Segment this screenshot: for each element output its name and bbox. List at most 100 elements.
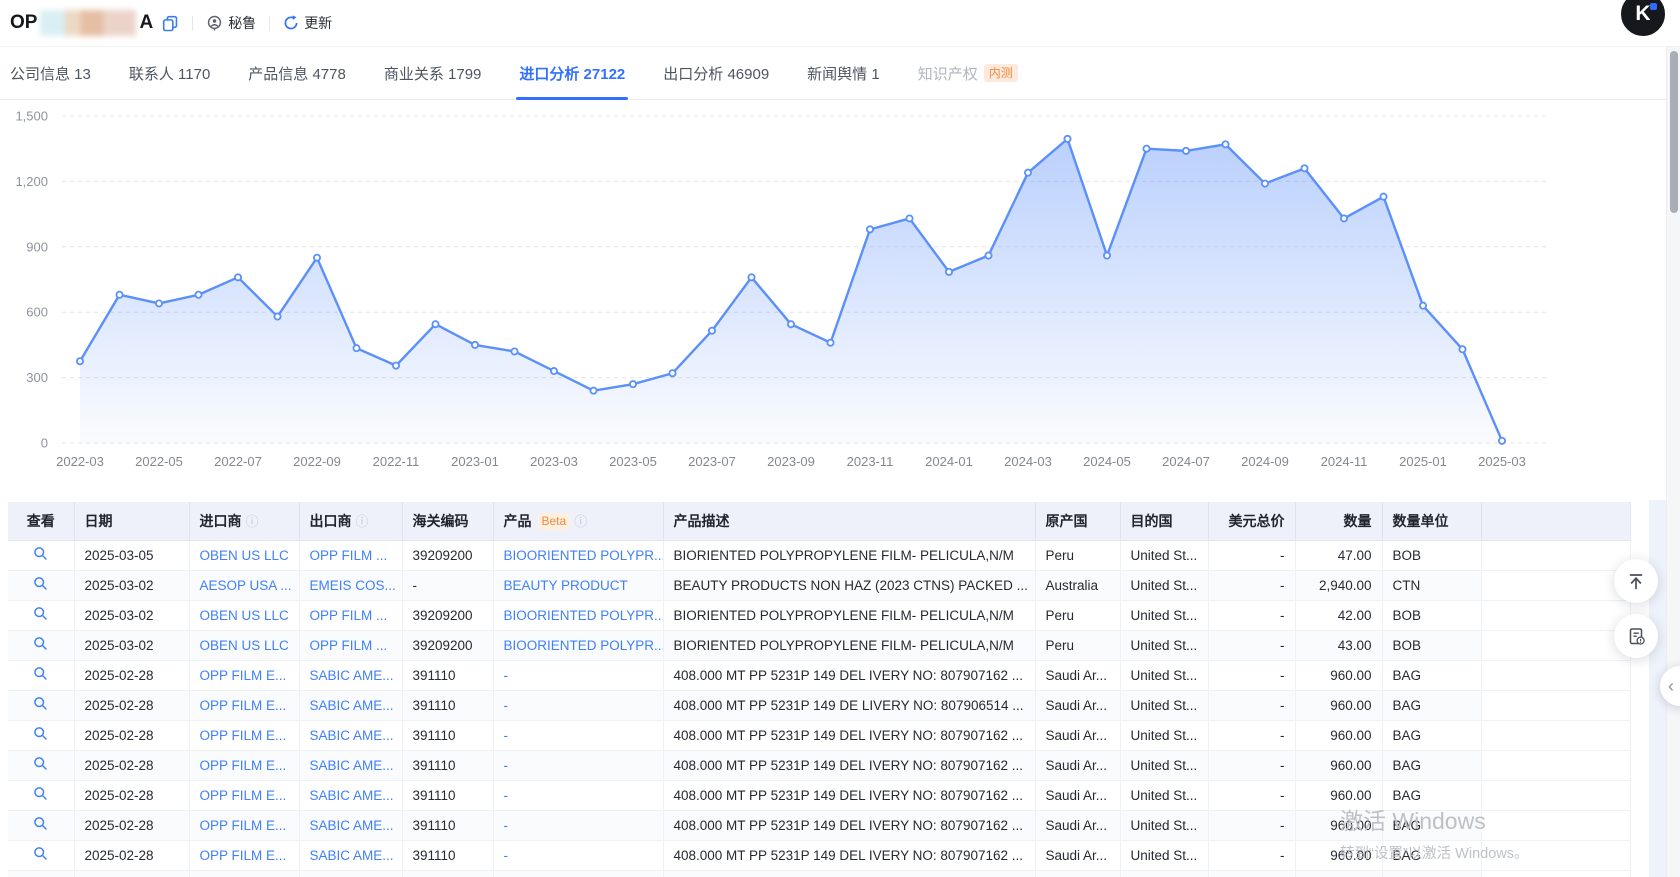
col-header-label: 查看 <box>27 513 55 529</box>
view-detail-button[interactable] <box>8 840 74 870</box>
cell-进口商[interactable]: OPP FILM E... <box>189 750 299 780</box>
cell-产品描述: 408.000 MT PP 5231P 149 DE LIVERY NO: 80… <box>663 690 1035 720</box>
company-name-suffix: A <box>139 12 153 34</box>
cell-美元总价: - <box>1208 570 1295 600</box>
cell-产品[interactable]: - <box>493 870 663 877</box>
update-button[interactable]: 更新 <box>283 13 332 33</box>
view-detail-button[interactable] <box>8 630 74 660</box>
view-detail-button[interactable] <box>8 540 74 570</box>
view-detail-button[interactable] <box>8 750 74 780</box>
cell-海关编码: 39209200 <box>402 600 493 630</box>
cell-进口商[interactable]: OPP FILM E... <box>189 690 299 720</box>
cell-出口商[interactable]: SABIC AME... <box>299 660 402 690</box>
cell-数量: 47.00 <box>1295 540 1382 570</box>
report-button[interactable] <box>1614 614 1658 658</box>
cell-产品[interactable]: BIOORIENTED POLYPR... <box>493 600 663 630</box>
cell-产品[interactable]: - <box>493 660 663 690</box>
document-alert-icon <box>1626 626 1647 647</box>
copy-icon[interactable] <box>162 15 179 32</box>
cell-目的国: United St... <box>1120 870 1208 877</box>
view-detail-button[interactable] <box>8 570 74 600</box>
search-icon <box>33 816 48 831</box>
svg-text:2023-07: 2023-07 <box>688 454 736 469</box>
cell-产品[interactable]: - <box>493 690 663 720</box>
cell-数量: 960.00 <box>1295 660 1382 690</box>
cell-日期: 2025-03-02 <box>74 570 189 600</box>
tab-知识产权[interactable]: 知识产权内测 <box>918 47 1018 99</box>
cell-产品[interactable]: - <box>493 810 663 840</box>
cell-产品[interactable]: BIOORIENTED POLYPR... <box>493 540 663 570</box>
cell-产品[interactable]: - <box>493 780 663 810</box>
info-icon[interactable]: ⓘ <box>574 514 587 529</box>
tab-新闻舆情[interactable]: 新闻舆情 1 <box>807 47 880 99</box>
tab-产品信息[interactable]: 产品信息 4778 <box>248 47 346 99</box>
cell-进口商[interactable]: OPP FILM E... <box>189 720 299 750</box>
search-icon <box>33 726 48 741</box>
view-detail-button[interactable] <box>8 600 74 630</box>
cell-数量: 960.00 <box>1295 720 1382 750</box>
cell-海关编码: 391110 <box>402 810 493 840</box>
table-header-row: 查看日期进口商ⓘ出口商ⓘ海关编码产品Betaⓘ产品描述原产国目的国美元总价数量数… <box>8 502 1630 540</box>
scrollbar-thumb[interactable] <box>1670 51 1678 213</box>
col-header-label: 美元总价 <box>1229 513 1285 529</box>
tab-联系人[interactable]: 联系人 1170 <box>129 47 210 99</box>
cell-产品[interactable]: - <box>493 750 663 780</box>
col-header-label: 产品描述 <box>674 513 730 529</box>
cell-产品[interactable]: BIOORIENTED POLYPR... <box>493 630 663 660</box>
tab-进口分析[interactable]: 进口分析 27122 <box>519 47 625 99</box>
cell-进口商[interactable]: OPP FILM E... <box>189 780 299 810</box>
divider <box>269 16 270 31</box>
view-detail-button[interactable] <box>8 660 74 690</box>
import-trend-chart: 03006009001,2001,5002022-032022-052022-0… <box>0 100 1680 492</box>
cell-出口商[interactable]: SABIC AME... <box>299 810 402 840</box>
col-header-数量单位: 数量单位 <box>1382 502 1481 540</box>
cell-出口商[interactable]: SABIC AME... <box>299 840 402 870</box>
col-header-label: 原产国 <box>1046 513 1088 529</box>
cell-出口商[interactable]: OPP FILM ... <box>299 600 402 630</box>
cell-美元总价: - <box>1208 870 1295 877</box>
back-to-top-button[interactable] <box>1614 559 1658 603</box>
tab-商业关系[interactable]: 商业关系 1799 <box>384 47 482 99</box>
view-detail-button[interactable] <box>8 690 74 720</box>
cell-出口商[interactable]: SABIC AME... <box>299 690 402 720</box>
cell-进口商[interactable]: OBEN US LLC <box>189 630 299 660</box>
cell-出口商[interactable]: OPP FILM ... <box>299 630 402 660</box>
cell-数量: 960.00 <box>1295 810 1382 840</box>
cell-产品描述: 408.000 MT PP 5231P 149 DEL IVERY NO: 80… <box>663 750 1035 780</box>
cell-目的国: United St... <box>1120 630 1208 660</box>
table-row: 2025-02-28OPP FILM E...SABIC AME...39111… <box>8 810 1630 840</box>
col-header-label: 日期 <box>85 513 113 529</box>
company-name: OP A <box>10 10 153 36</box>
cell-进口商[interactable]: OPP FILM E... <box>189 810 299 840</box>
view-detail-button[interactable] <box>8 810 74 840</box>
tab-公司信息[interactable]: 公司信息 13 <box>10 47 91 99</box>
cell-产品[interactable]: BEAUTY PRODUCT <box>493 570 663 600</box>
tab-出口分析[interactable]: 出口分析 46909 <box>663 47 769 99</box>
cell-进口商[interactable]: OPP FILM E... <box>189 870 299 877</box>
view-detail-button[interactable] <box>8 780 74 810</box>
cell-数量: 2,940.00 <box>1295 570 1382 600</box>
cell-进口商[interactable]: OPP FILM E... <box>189 840 299 870</box>
col-header-产品: 产品Betaⓘ <box>493 502 663 540</box>
cell-进口商[interactable]: OBEN US LLC <box>189 540 299 570</box>
info-icon[interactable]: ⓘ <box>246 514 259 529</box>
cell-产品[interactable]: - <box>493 720 663 750</box>
cell-数量: 960.00 <box>1295 840 1382 870</box>
info-icon[interactable]: ⓘ <box>356 514 369 529</box>
view-detail-button[interactable] <box>8 870 74 877</box>
cell-出口商[interactable]: SABIC AME... <box>299 720 402 750</box>
cell-出口商[interactable]: SABIC AME... <box>299 750 402 780</box>
cell-出口商[interactable]: SABIC AME... <box>299 870 402 877</box>
cell-出口商[interactable]: EMEIS COS... <box>299 570 402 600</box>
cell-出口商[interactable]: SABIC AME... <box>299 780 402 810</box>
cell-进口商[interactable]: OPP FILM E... <box>189 660 299 690</box>
view-detail-button[interactable] <box>8 720 74 750</box>
cell-美元总价: - <box>1208 840 1295 870</box>
cell-产品[interactable]: - <box>493 840 663 870</box>
table-row: 2025-02-28OPP FILM E...SABIC AME...39111… <box>8 660 1630 690</box>
cell-出口商[interactable]: OPP FILM ... <box>299 540 402 570</box>
cell-进口商[interactable]: AESOP USA ... <box>189 570 299 600</box>
scrollbar-track[interactable] <box>1666 47 1680 877</box>
cell-数量: 43.00 <box>1295 630 1382 660</box>
cell-进口商[interactable]: OBEN US LLC <box>189 600 299 630</box>
